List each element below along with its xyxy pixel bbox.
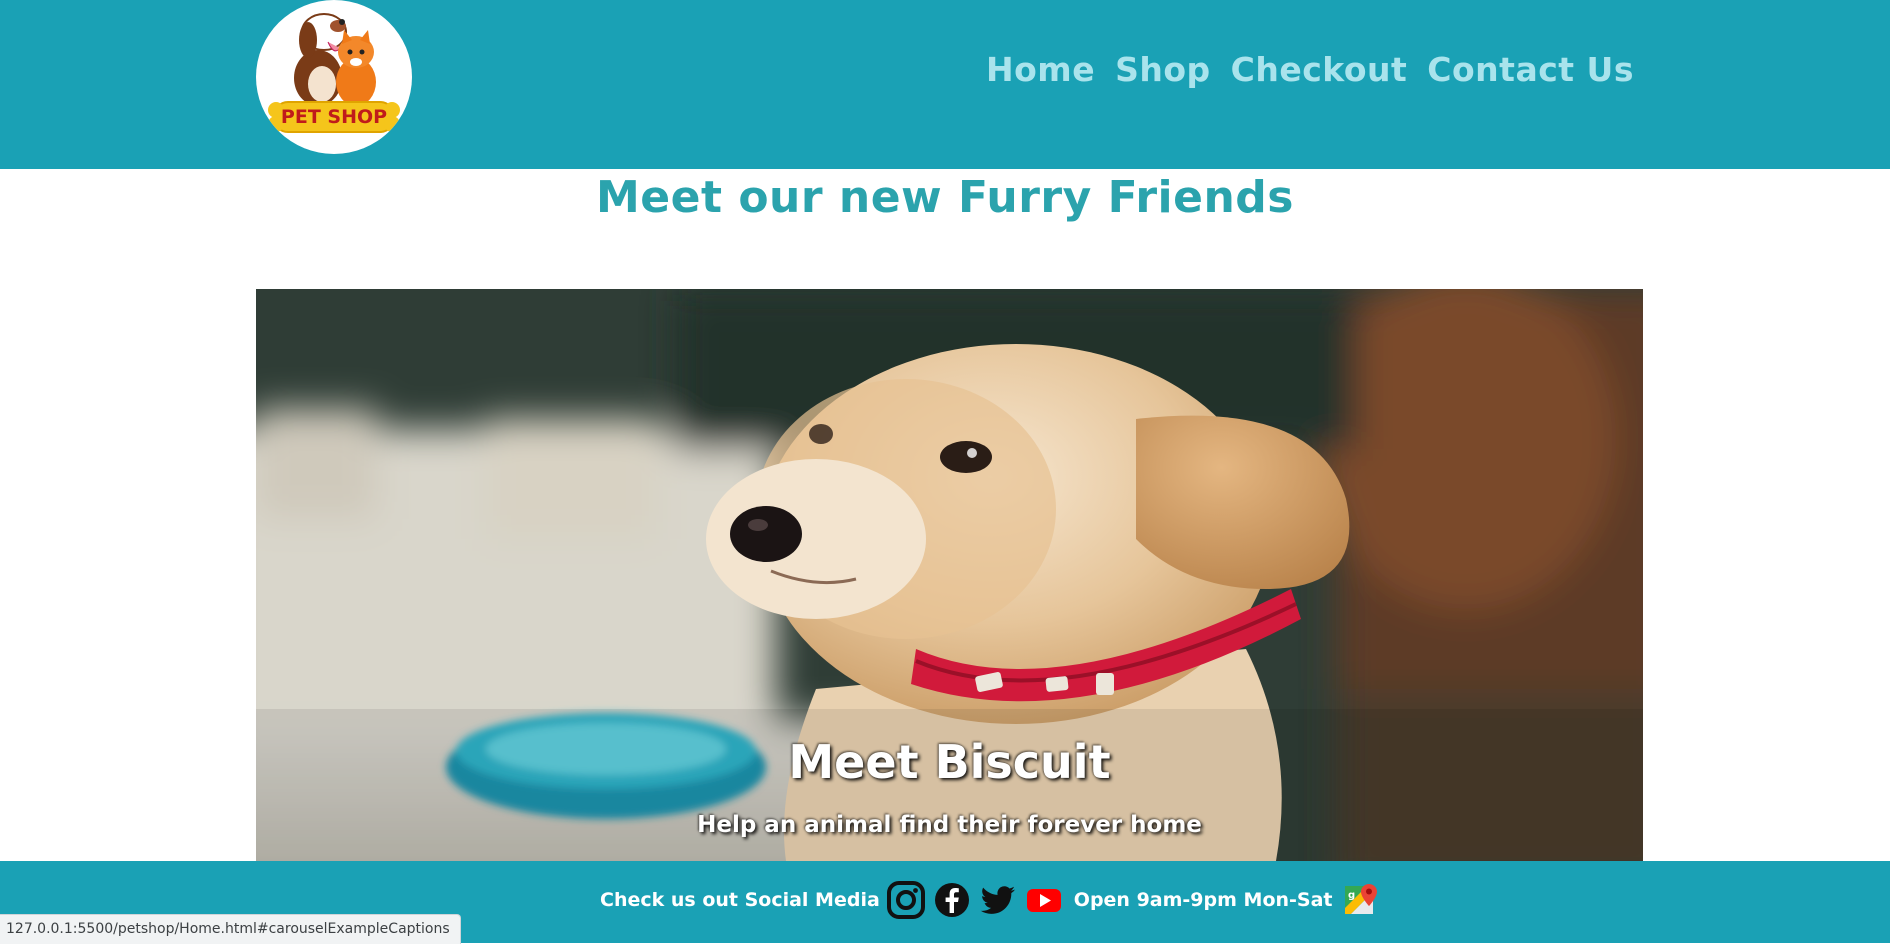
opening-hours: Open 9am-9pm Mon-Sat <box>1073 889 1333 911</box>
nav-shop-link[interactable]: Shop <box>1115 50 1211 89</box>
social-media-label: Check us out Social Media <box>600 889 880 911</box>
facebook-icon[interactable] <box>932 880 972 920</box>
youtube-icon[interactable] <box>1024 880 1064 920</box>
svg-text:g: g <box>1348 890 1355 901</box>
pet-shop-logo[interactable]: PET SHOP <box>256 0 412 154</box>
browser-status-url: 127.0.0.1:5500/petshop/Home.html#carouse… <box>0 914 461 944</box>
site-header: PET SHOP Home Shop Checkout Contact Us <box>0 0 1890 169</box>
nav-contact-link[interactable]: Contact Us <box>1427 50 1634 89</box>
carousel[interactable]: Meet Biscuit Help an animal find their f… <box>256 289 1643 861</box>
nav-checkout-link[interactable]: Checkout <box>1231 50 1408 89</box>
carousel-caption-title: Meet Biscuit <box>788 735 1111 789</box>
maps-icon[interactable]: g <box>1339 880 1379 920</box>
nav-home-link[interactable]: Home <box>986 50 1095 89</box>
carousel-caption-subtitle: Help an animal find their forever home <box>697 812 1202 838</box>
logo-text: PET SHOP <box>280 106 388 128</box>
footer-content: Check us out Social Media Open 9am-9pm M… <box>600 879 1379 921</box>
page-title: Meet our new Furry Friends <box>596 172 1294 223</box>
main-nav: Home Shop Checkout Contact Us <box>986 50 1634 89</box>
twitter-icon[interactable] <box>978 880 1018 920</box>
instagram-icon[interactable] <box>886 880 926 920</box>
